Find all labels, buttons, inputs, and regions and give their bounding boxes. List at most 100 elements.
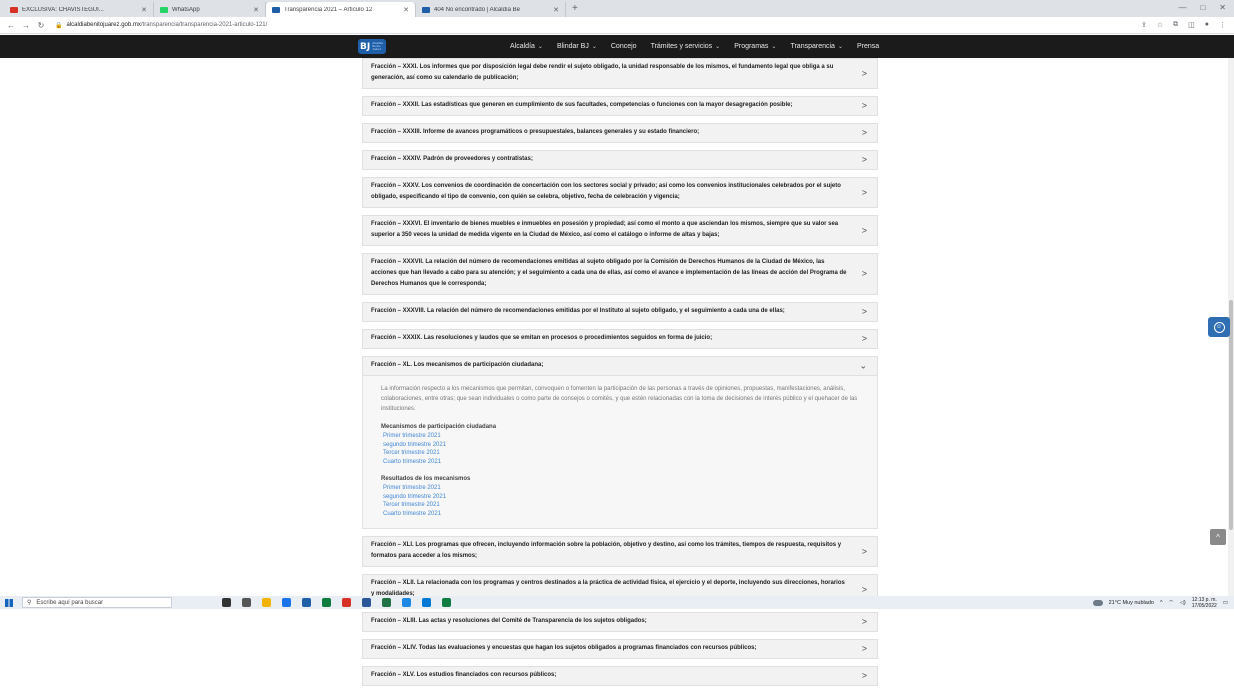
bookmark-star-icon[interactable]: ☆ xyxy=(1157,21,1163,29)
document-link[interactable]: segundo trimestre 2021 xyxy=(381,441,863,450)
taskbar-app-icon[interactable] xyxy=(262,598,271,607)
nav-item-label: Concejo xyxy=(610,43,637,50)
nav-item-label: Transparencia xyxy=(790,43,835,50)
browser-tab[interactable]: Transparencia 2021 – Artículo 12 ✕ xyxy=(266,2,416,17)
fraction-title: Fracción – XXXV. Los convenios de coordi… xyxy=(371,183,841,200)
close-window-icon[interactable]: ✕ xyxy=(1219,3,1226,12)
start-button[interactable] xyxy=(0,596,18,609)
accordion-row[interactable]: Fracción – XXXI. Los informes que por di… xyxy=(362,58,878,89)
chevron-right-icon: > xyxy=(861,616,867,627)
accordion-row[interactable]: Fracción – XXXIII. Informe de avances pr… xyxy=(362,123,878,143)
window-controls: — □ ✕ xyxy=(1178,3,1226,12)
tab-close-icon[interactable]: ✕ xyxy=(403,6,409,14)
nav-item[interactable]: Transparencia ⌄ xyxy=(790,43,843,50)
taskbar-app-icon[interactable] xyxy=(382,598,391,607)
fraction-title: Fracción – XLIV. Todas las evaluaciones … xyxy=(371,645,757,651)
taskbar-clock[interactable]: 12:13 p. m. 17/05/2022 xyxy=(1192,597,1217,609)
tab-favicon-icon xyxy=(10,6,18,13)
toolbar-icons: ⇪ ☆ ⧉ ◫ ● ⋮ xyxy=(1141,21,1226,29)
accordion-row[interactable]: Fracción – XXXVI. El inventario de biene… xyxy=(362,215,878,246)
nav-item[interactable]: Concejo xyxy=(611,43,637,50)
tab-close-icon[interactable]: ✕ xyxy=(253,6,259,14)
nav-item-label: Programas xyxy=(734,43,769,50)
chevron-down-icon: ⌄ xyxy=(771,44,777,50)
accordion-row[interactable]: Fracción – XXXIX. Las resoluciones y lau… xyxy=(362,329,878,349)
taskbar-app-icon[interactable] xyxy=(322,598,331,607)
taskbar-app-icon[interactable] xyxy=(422,598,431,607)
accordion-row[interactable]: Fracción – XXXVII. La relación del númer… xyxy=(362,253,878,295)
profile-icon[interactable]: ● xyxy=(1205,21,1209,29)
tab-title: WhatsApp xyxy=(172,6,200,13)
taskbar-app-icon[interactable] xyxy=(282,598,291,607)
forward-arrow-icon[interactable]: → xyxy=(22,21,30,30)
taskbar-app-icon[interactable] xyxy=(302,598,311,607)
system-tray: 21°C Muy nublado ^ ⌔ ◁) 12:13 p. m. 17/0… xyxy=(1092,596,1228,609)
back-to-top-button[interactable]: ^ xyxy=(1210,529,1226,545)
windows-taskbar: ⚲ Escribe aquí para buscar 21°C Muy nubl… xyxy=(0,596,1234,609)
nav-item-label: Prensa xyxy=(856,43,880,50)
accordion-row[interactable]: Fracción – XLIII. Las actas y resolucion… xyxy=(362,612,878,632)
chevron-right-icon: > xyxy=(861,68,867,78)
browser-tab[interactable]: WhatsApp ✕ xyxy=(154,2,266,17)
document-link[interactable]: Cuarto trimestre 2021 xyxy=(381,510,863,519)
clock-time: 12:13 p. m. xyxy=(1191,596,1217,603)
new-tab-button[interactable]: + xyxy=(566,3,584,14)
lock-icon: 🔒 xyxy=(55,22,63,29)
accordion-row[interactable]: Fracción – XLI. Los programas que ofrece… xyxy=(362,536,878,567)
fraction-title: Fracción – XXXIII. Informe de avances pr… xyxy=(371,129,700,135)
nav-item-label: Blindar BJ xyxy=(556,43,589,50)
nav-item[interactable]: Trámites y servicios ⌄ xyxy=(651,43,721,50)
menu-kebab-icon[interactable]: ⋮ xyxy=(1219,21,1226,29)
accordion-row[interactable]: Fracción – XXXII. Las estadísticas que g… xyxy=(362,96,878,116)
nav-item[interactable]: Blindar BJ ⌄ xyxy=(557,43,597,50)
accordion-row[interactable]: Fracción – XLIV. Todas las evaluaciones … xyxy=(362,639,878,659)
back-arrow-icon[interactable]: ← xyxy=(7,21,15,30)
document-link[interactable]: segundo trimestre 2021 xyxy=(381,493,863,502)
accordion-row[interactable]: Fracción – XXXIV. Padrón de proveedores … xyxy=(362,150,878,170)
accordion-row[interactable]: Fracción – XXXVIII. La relación del núme… xyxy=(362,302,878,322)
taskbar-app-icon[interactable] xyxy=(442,598,451,607)
taskbar-app-icon[interactable] xyxy=(222,598,231,607)
notifications-icon[interactable]: ▭ xyxy=(1223,600,1228,606)
volume-icon[interactable]: ◁) xyxy=(1180,600,1186,606)
url-field[interactable]: 🔒 alcaldiabenitojuarez.gob.mx/transparen… xyxy=(55,22,267,29)
extensions-icon[interactable]: ⧉ xyxy=(1173,21,1178,29)
accordion-row[interactable]: Fracción – XLV. Los estudios financiados… xyxy=(362,666,878,686)
weather-text[interactable]: 21°C Muy nublado xyxy=(1109,600,1154,606)
taskbar-search[interactable]: ⚲ Escribe aquí para buscar xyxy=(22,597,172,608)
nav-item-label: Trámites y servicios xyxy=(650,43,713,50)
nav-item[interactable]: Programas ⌄ xyxy=(734,43,776,50)
accessibility-button[interactable]: ☺ xyxy=(1208,317,1230,337)
tab-close-icon[interactable]: ✕ xyxy=(141,6,147,14)
taskbar-app-icon[interactable] xyxy=(402,598,411,607)
accordion-panel: La información respecto a los mecanismos… xyxy=(362,376,878,529)
minimize-icon[interactable]: — xyxy=(1178,3,1186,12)
document-link[interactable]: Tercer trimestre 2021 xyxy=(381,501,863,510)
browser-tab[interactable]: EXCLUSIVA: CHAVISTEGUI... ✕ xyxy=(4,2,154,17)
search-icon: ⚲ xyxy=(27,600,32,606)
tray-chevron-icon[interactable]: ^ xyxy=(1160,600,1163,606)
document-link[interactable]: Primer trimestre 2021 xyxy=(381,484,863,493)
chevron-right-icon: > xyxy=(861,187,867,197)
reload-icon[interactable]: ↻ xyxy=(37,21,45,30)
taskbar-app-icon[interactable] xyxy=(342,598,351,607)
nav-item[interactable]: Alcaldía ⌄ xyxy=(510,43,543,50)
site-logo[interactable]: BJ Alcaldía Benito Juárez xyxy=(358,39,386,54)
taskbar-app-icon[interactable] xyxy=(362,598,371,607)
accordion-row[interactable]: Fracción – XL. Los mecanismos de partici… xyxy=(362,356,878,376)
accordion-row[interactable]: Fracción – XXXV. Los convenios de coordi… xyxy=(362,177,878,208)
tab-close-icon[interactable]: ✕ xyxy=(553,6,559,14)
sidebar-icon[interactable]: ◫ xyxy=(1188,21,1195,29)
maximize-icon[interactable]: □ xyxy=(1200,3,1205,12)
taskbar-app-icon[interactable] xyxy=(242,598,251,607)
nav-item[interactable]: Prensa xyxy=(857,43,879,50)
chevron-right-icon: > xyxy=(861,333,867,344)
share-icon[interactable]: ⇪ xyxy=(1141,21,1147,29)
browser-tab[interactable]: 404 No encontrado | Alcaldía Be ✕ xyxy=(416,2,566,17)
chevron-right-icon: > xyxy=(861,546,867,556)
document-link[interactable]: Cuarto trimestre 2021 xyxy=(381,458,863,467)
tab-title: EXCLUSIVA: CHAVISTEGUI... xyxy=(22,6,104,13)
document-link[interactable]: Primer trimestre 2021 xyxy=(381,432,863,441)
network-icon[interactable]: ⌔ xyxy=(1169,599,1174,606)
document-link[interactable]: Tercer trimestre 2021 xyxy=(381,449,863,458)
